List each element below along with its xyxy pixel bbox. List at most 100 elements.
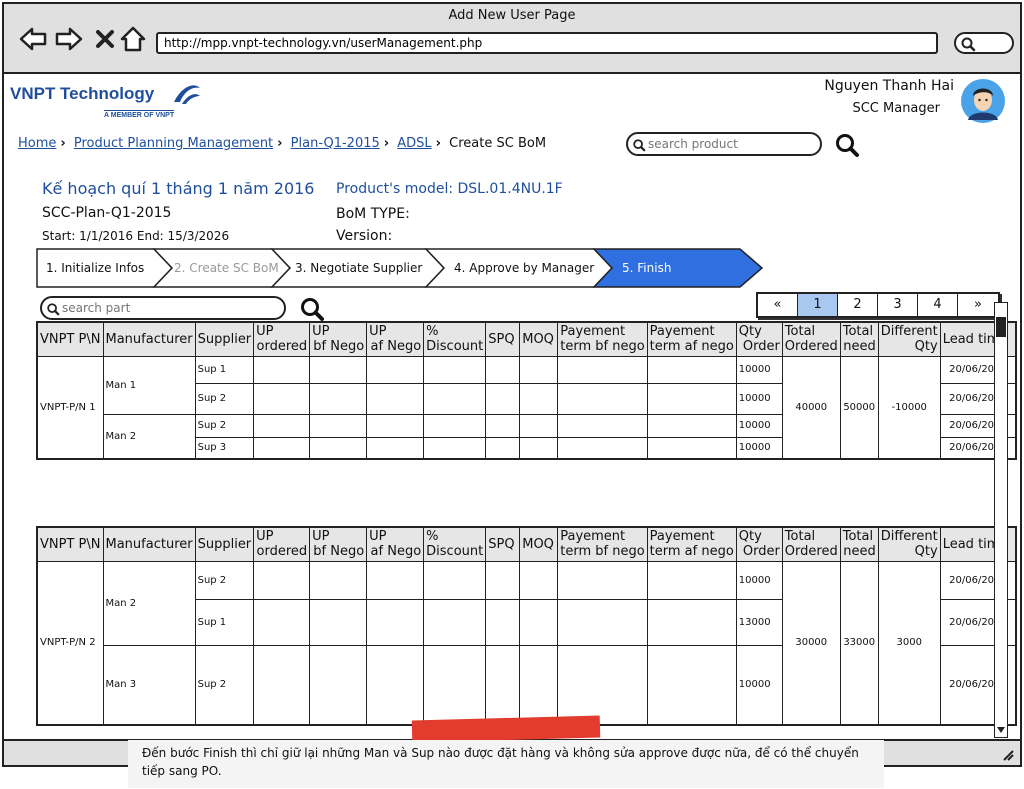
empty-cell[interactable]	[366, 644, 425, 726]
empty-cell[interactable]	[485, 382, 521, 415]
home-icon[interactable]	[118, 24, 148, 54]
different-qty-cell[interactable]: -10000	[877, 355, 941, 460]
resize-grip-icon[interactable]	[1000, 747, 1014, 761]
part-number-cell[interactable]: VNPT-P/N 1	[36, 355, 104, 460]
empty-cell[interactable]	[423, 560, 487, 600]
supplier-cell[interactable]: Sup 1	[194, 598, 255, 646]
empty-cell[interactable]	[423, 413, 487, 438]
empty-cell[interactable]	[253, 598, 311, 646]
empty-cell[interactable]	[646, 644, 737, 726]
page-1-button[interactable]: 1	[798, 294, 838, 316]
breadcrumb-adsl[interactable]: ADSL	[397, 136, 431, 151]
empty-cell[interactable]	[253, 560, 311, 600]
avatar[interactable]	[960, 78, 1006, 124]
search-product-input[interactable]	[626, 132, 822, 156]
empty-cell[interactable]	[485, 436, 521, 460]
empty-cell[interactable]	[366, 413, 425, 438]
supplier-cell[interactable]: Sup 2	[194, 644, 255, 726]
empty-cell[interactable]	[557, 413, 648, 438]
empty-cell[interactable]	[485, 560, 521, 600]
empty-cell[interactable]	[485, 413, 521, 438]
search-part-input[interactable]	[40, 296, 286, 320]
empty-cell[interactable]	[253, 436, 311, 460]
qty-order-cell[interactable]: 10000	[735, 436, 783, 460]
vnpt-logo[interactable]: VNPT Technology A MEMBER OF VNPT	[8, 82, 208, 119]
empty-cell[interactable]	[366, 355, 425, 384]
empty-cell[interactable]	[366, 598, 425, 646]
empty-cell[interactable]	[423, 355, 487, 384]
search-part-button[interactable]	[299, 296, 325, 322]
breadcrumb-plan[interactable]: Plan-Q1-2015	[291, 136, 380, 151]
manufacturer-cell[interactable]: Man 1	[102, 355, 196, 415]
step-5-shape[interactable]	[592, 248, 764, 288]
supplier-cell[interactable]: Sup 2	[194, 413, 255, 438]
total-need-cell[interactable]: 50000	[839, 355, 879, 460]
page-next-button[interactable]: »	[958, 294, 998, 316]
manufacturer-cell[interactable]: Man 3	[102, 644, 196, 726]
empty-cell[interactable]	[485, 598, 521, 646]
empty-cell[interactable]	[423, 436, 487, 460]
search-product-button[interactable]	[834, 132, 860, 158]
empty-cell[interactable]	[519, 598, 559, 646]
empty-cell[interactable]	[309, 436, 368, 460]
empty-cell[interactable]	[519, 560, 559, 600]
qty-order-cell[interactable]: 10000	[735, 560, 783, 600]
empty-cell[interactable]	[485, 644, 521, 726]
empty-cell[interactable]	[519, 382, 559, 415]
empty-cell[interactable]	[366, 382, 425, 415]
scrollbar-thumb[interactable]	[996, 317, 1006, 337]
empty-cell[interactable]	[253, 413, 311, 438]
empty-cell[interactable]	[519, 355, 559, 384]
different-qty-cell[interactable]: 3000	[877, 560, 941, 726]
empty-cell[interactable]	[646, 598, 737, 646]
qty-order-cell[interactable]: 13000	[735, 598, 783, 646]
qty-order-cell[interactable]: 10000	[735, 382, 783, 415]
empty-cell[interactable]	[253, 382, 311, 415]
empty-cell[interactable]	[646, 436, 737, 460]
empty-cell[interactable]	[253, 644, 311, 726]
empty-cell[interactable]	[557, 355, 648, 384]
total-ordered-cell[interactable]: 30000	[781, 560, 841, 726]
empty-cell[interactable]	[309, 355, 368, 384]
empty-cell[interactable]	[309, 644, 368, 726]
scroll-down-icon[interactable]	[996, 725, 1006, 735]
empty-cell[interactable]	[366, 436, 425, 460]
empty-cell[interactable]	[423, 598, 487, 646]
empty-cell[interactable]	[557, 598, 648, 646]
total-need-cell[interactable]: 33000	[839, 560, 879, 726]
empty-cell[interactable]	[309, 560, 368, 600]
empty-cell[interactable]	[519, 436, 559, 460]
breadcrumb-home[interactable]: Home	[18, 136, 56, 151]
empty-cell[interactable]	[423, 644, 487, 726]
qty-order-cell[interactable]: 10000	[735, 644, 783, 726]
empty-cell[interactable]	[253, 355, 311, 384]
supplier-cell[interactable]: Sup 3	[194, 436, 255, 460]
qty-order-cell[interactable]: 10000	[735, 413, 783, 438]
supplier-cell[interactable]: Sup 2	[194, 382, 255, 415]
part-number-cell[interactable]: VNPT-P/N 2	[36, 560, 104, 726]
empty-cell[interactable]	[557, 436, 648, 460]
empty-cell[interactable]	[646, 560, 737, 600]
forward-arrow-icon[interactable]	[54, 24, 84, 54]
total-ordered-cell[interactable]: 40000	[781, 355, 841, 460]
empty-cell[interactable]	[423, 382, 487, 415]
page-3-button[interactable]: 3	[878, 294, 918, 316]
browser-search-field[interactable]	[954, 32, 1014, 54]
breadcrumb-product-planning[interactable]: Product Planning Management	[74, 136, 273, 151]
page-2-button[interactable]: 2	[838, 294, 878, 316]
page-prev-button[interactable]: «	[758, 294, 798, 316]
empty-cell[interactable]	[646, 413, 737, 438]
close-icon[interactable]	[90, 24, 120, 54]
page-4-button[interactable]: 4	[918, 294, 958, 316]
empty-cell[interactable]	[485, 355, 521, 384]
empty-cell[interactable]	[557, 382, 648, 415]
empty-cell[interactable]	[309, 598, 368, 646]
back-arrow-icon[interactable]	[18, 24, 48, 54]
qty-order-cell[interactable]: 10000	[735, 355, 783, 384]
empty-cell[interactable]	[519, 644, 559, 726]
manufacturer-cell[interactable]: Man 2	[102, 413, 196, 460]
url-bar[interactable]	[156, 32, 938, 54]
manufacturer-cell[interactable]: Man 2	[102, 560, 196, 646]
supplier-cell[interactable]: Sup 2	[194, 560, 255, 600]
supplier-cell[interactable]: Sup 1	[194, 355, 255, 384]
